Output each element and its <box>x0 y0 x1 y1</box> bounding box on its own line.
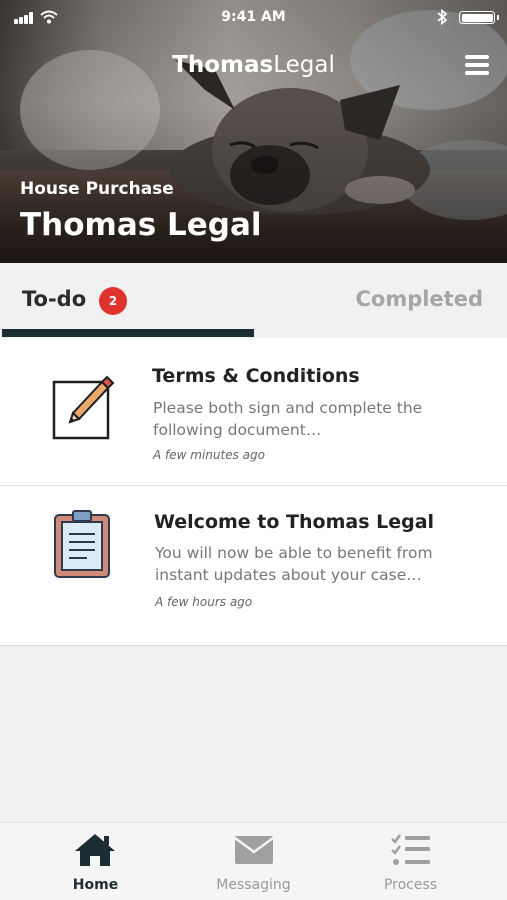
envelope-icon <box>234 836 274 864</box>
bottom-nav: Home Messaging Process <box>0 822 507 900</box>
nav-messaging[interactable]: Messaging <box>169 823 338 900</box>
case-subtitle: House Purchase <box>20 179 174 199</box>
tab-completed[interactable]: Completed <box>254 263 507 338</box>
item-title: Terms & Conditions <box>152 365 360 387</box>
clipboard-icon <box>54 510 110 578</box>
tab-completed-label: Completed <box>355 287 483 311</box>
item-title: Welcome to Thomas Legal <box>154 511 435 533</box>
bluetooth-icon <box>437 9 448 25</box>
item-timestamp: A few minutes ago <box>153 448 265 462</box>
item-timestamp: A few hours ago <box>155 595 253 609</box>
nav-home[interactable]: Home <box>11 823 180 900</box>
active-tab-indicator <box>2 329 254 337</box>
brand-bold: Thomas <box>172 52 274 78</box>
brand-logo: ThomasLegal <box>0 52 507 78</box>
todo-list: Terms & Conditions Please both sign and … <box>0 338 507 646</box>
status-time: 9:41 AM <box>221 9 286 25</box>
brand-light: Legal <box>273 52 335 78</box>
todo-count-badge: 2 <box>99 287 127 315</box>
status-bar: 9:41 AM <box>0 0 507 34</box>
battery-icon <box>459 11 499 24</box>
tab-todo-label: To-do <box>22 287 87 311</box>
tab-todo[interactable]: To-do 2 <box>0 263 254 338</box>
nav-messaging-label: Messaging <box>216 877 291 893</box>
nav-process-label: Process <box>383 877 438 893</box>
item-description: You will now be able to benefit from ins… <box>155 544 433 584</box>
item-description: Please both sign and complete the follow… <box>153 399 423 439</box>
list-item[interactable]: Terms & Conditions Please both sign and … <box>0 338 507 486</box>
nav-home-label: Home <box>72 877 119 893</box>
page-title: Thomas Legal <box>20 207 262 243</box>
pencil-document-icon <box>52 375 115 440</box>
list-item[interactable]: Welcome to Thomas Legal You will now be … <box>0 487 507 635</box>
hamburger-menu-icon[interactable] <box>462 52 492 78</box>
nav-process[interactable]: Process <box>326 823 495 900</box>
checklist-icon <box>391 834 430 865</box>
home-icon <box>75 834 115 866</box>
tab-bar: To-do 2 Completed <box>0 263 507 338</box>
